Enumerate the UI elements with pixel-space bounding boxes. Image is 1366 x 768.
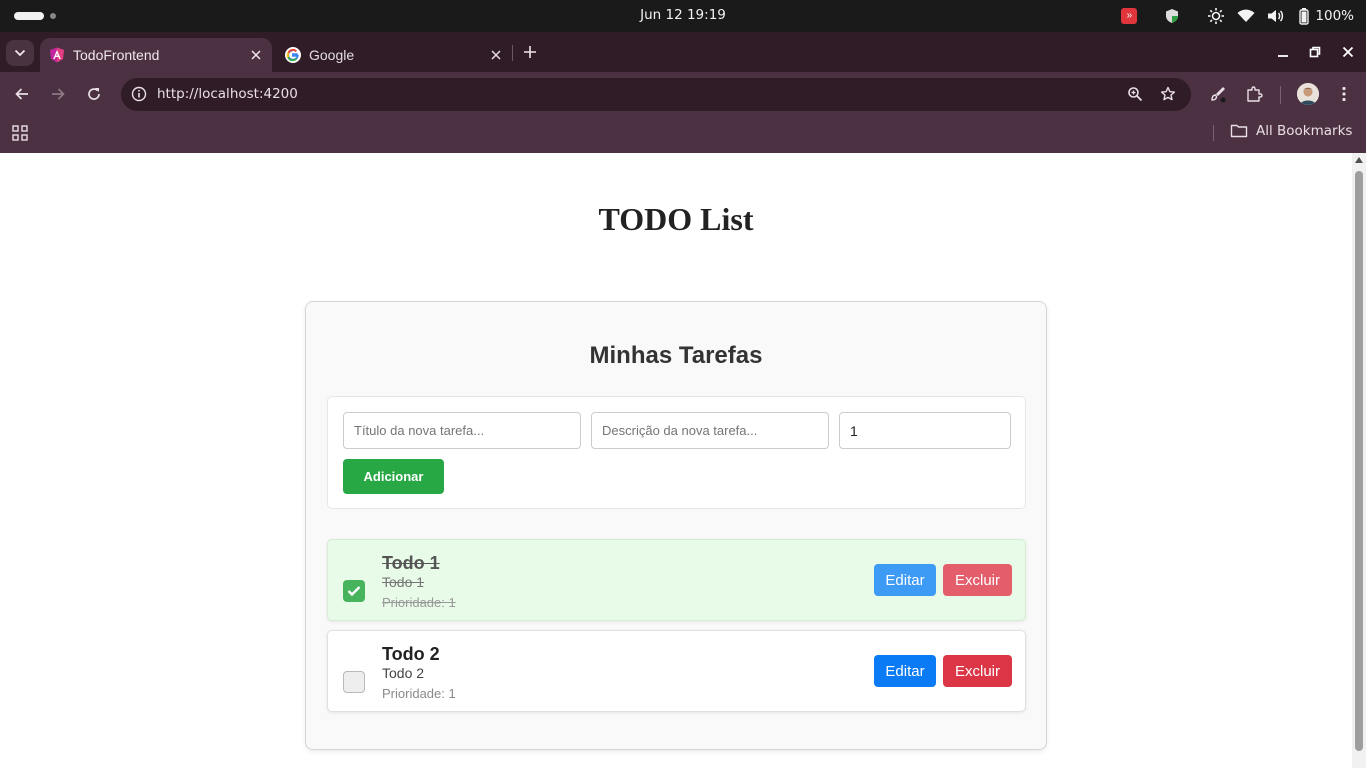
restore-button[interactable] <box>1303 40 1327 64</box>
shield-icon[interactable] <box>1165 6 1179 26</box>
browser-toolbar: http://localhost:4200 <box>0 72 1366 116</box>
close-icon <box>1342 46 1354 58</box>
volume-icon[interactable] <box>1267 6 1285 26</box>
tab-title: Google <box>309 47 355 63</box>
delete-button[interactable]: Excluir <box>943 655 1012 687</box>
page-title: TODO List <box>598 201 754 237</box>
chevron-down-icon <box>14 49 26 57</box>
card-title: Minhas Tarefas <box>589 342 763 369</box>
todo-title: Todo 1 <box>382 553 440 573</box>
edit-button[interactable]: Editar <box>874 564 936 596</box>
google-icon <box>285 47 301 63</box>
os-top-bar: Jun 12 19:19 » 100% <box>0 0 1366 32</box>
tab-strip: TodoFrontend Google <box>0 32 1366 72</box>
menu-kebab-icon[interactable] <box>1332 82 1356 106</box>
forward-button[interactable] <box>46 82 70 106</box>
restore-icon <box>1309 46 1321 58</box>
url-text[interactable]: http://localhost:4200 <box>157 86 298 102</box>
minimize-button[interactable] <box>1271 40 1295 64</box>
todo-description: Todo 1 <box>382 574 425 590</box>
todo-priority: Prioridade: 1 <box>382 686 456 701</box>
reload-icon <box>88 88 100 100</box>
zoom-icon[interactable] <box>1125 84 1145 104</box>
star-icon[interactable] <box>1158 84 1178 104</box>
battery-percentage: 100% <box>1315 8 1354 24</box>
paint-brush-icon[interactable] <box>1206 82 1230 106</box>
address-bar[interactable]: http://localhost:4200 <box>121 78 1191 111</box>
todo-item: Todo 1 Todo 1 Prioridade: 1 Editar Exclu… <box>327 539 1026 621</box>
all-bookmarks-label: All Bookmarks <box>1256 123 1353 139</box>
toolbar-separator <box>1280 86 1281 104</box>
tab-separator <box>512 45 513 61</box>
todo-checkbox-unchecked[interactable] <box>343 671 365 693</box>
battery-icon[interactable] <box>1297 6 1311 26</box>
tab-search-button[interactable] <box>6 40 34 66</box>
todo-title: Todo 2 <box>382 644 440 664</box>
title-input[interactable] <box>343 412 581 449</box>
close-window-button[interactable] <box>1336 40 1360 64</box>
bookmarks-bar: All Bookmarks <box>0 116 1366 153</box>
add-button[interactable]: Adicionar <box>343 459 444 494</box>
close-icon[interactable] <box>486 45 506 65</box>
tab-title: TodoFrontend <box>73 47 160 63</box>
reload-button[interactable] <box>82 82 106 106</box>
delete-button[interactable]: Excluir <box>943 564 1012 596</box>
page-viewport: TODO List Minhas Tarefas Adicionar Todo … <box>0 153 1352 768</box>
todo-item: Todo 2 Todo 2 Prioridade: 1 Editar Exclu… <box>327 630 1026 712</box>
checkmark-icon <box>347 586 361 597</box>
system-tray[interactable]: » 100% <box>1121 6 1354 26</box>
todo-priority: Prioridade: 1 <box>382 595 456 610</box>
page-scrollbar[interactable] <box>1352 153 1366 768</box>
todo-checkbox-checked[interactable] <box>343 580 365 602</box>
back-button[interactable] <box>10 82 34 106</box>
tab-google[interactable]: Google <box>276 38 512 72</box>
folder-icon <box>1230 124 1248 138</box>
scrollbar-thumb[interactable] <box>1355 171 1363 751</box>
add-todo-form: Adicionar <box>327 396 1026 509</box>
minimize-icon <box>1278 55 1288 57</box>
extensions-icon[interactable] <box>1242 82 1266 106</box>
tab-todofrontend[interactable]: TodoFrontend <box>40 38 272 72</box>
plus-icon <box>524 46 536 58</box>
todo-card: Minhas Tarefas Adicionar Todo 1 Todo 1 P… <box>305 301 1047 750</box>
close-icon[interactable] <box>246 45 266 65</box>
scroll-up-arrow-icon[interactable] <box>1355 157 1363 163</box>
wifi-icon[interactable] <box>1237 6 1255 26</box>
bookmarks-separator <box>1213 125 1214 141</box>
edit-button[interactable]: Editar <box>874 655 936 687</box>
new-tab-button[interactable] <box>518 40 542 64</box>
arrow-right-icon <box>52 88 65 100</box>
priority-input[interactable] <box>839 412 1011 449</box>
site-info-icon[interactable] <box>129 84 149 104</box>
description-input[interactable] <box>591 412 829 449</box>
apps-grid-icon[interactable] <box>11 124 29 142</box>
arrow-left-icon <box>15 88 28 100</box>
app-indicator-icon[interactable]: » <box>1121 8 1138 24</box>
brightness-icon[interactable] <box>1207 6 1225 26</box>
angular-icon <box>49 47 65 63</box>
profile-avatar[interactable] <box>1297 83 1319 105</box>
all-bookmarks-button[interactable]: All Bookmarks <box>1230 123 1352 139</box>
todo-description: Todo 2 <box>382 665 425 681</box>
